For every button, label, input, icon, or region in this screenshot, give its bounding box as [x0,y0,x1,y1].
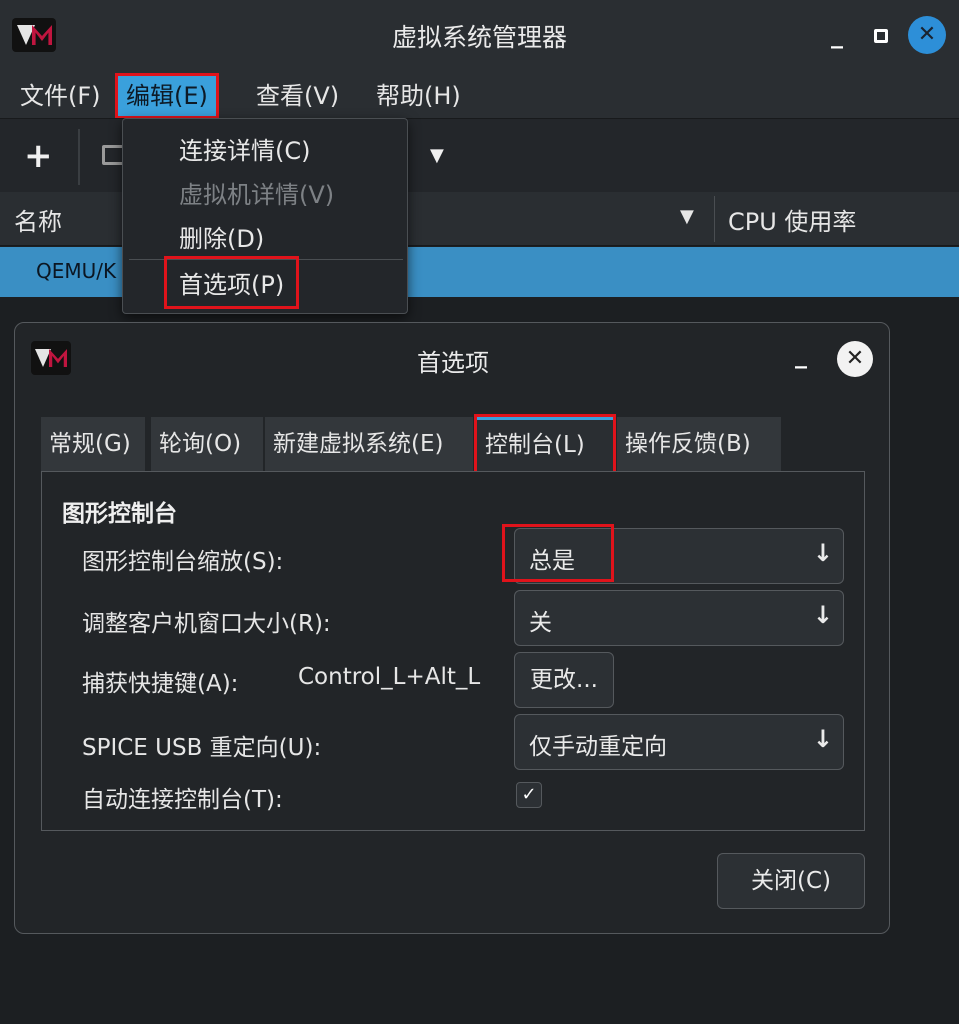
tab-new-vm[interactable]: 新建虚拟系统(E) [265,417,473,471]
column-divider [714,196,715,242]
connection-name: QEMU/K [36,259,117,283]
tab-general[interactable]: 常规(G) [41,417,145,471]
scaling-label: 图形控制台缩放(S): [82,549,284,575]
column-name[interactable]: 名称 [14,202,62,237]
console-settings-panel: 图形控制台 图形控制台缩放(S): 总是 ↓ 调整客户机窗口大小(R): 关 ↓… [41,471,865,831]
minimize-button[interactable]: _ [818,16,856,54]
arrow-down-icon: ↓ [812,725,833,753]
menu-view[interactable]: 查看(V) [248,76,347,116]
menu-item-delete[interactable]: 删除(D) [179,219,264,254]
new-vm-button[interactable]: + [24,139,53,173]
sort-dropdown-icon[interactable]: ▼ [680,206,694,227]
menu-item-vm-details: 虚拟机详情(V) [179,181,335,209]
scaling-highlight [502,524,614,582]
tab-polling[interactable]: 轮询(O) [151,417,263,471]
toolbar-dropdown-button[interactable]: ▼ [430,145,444,166]
menu-help[interactable]: 帮助(H) [368,76,469,116]
tab-feedback[interactable]: 操作反馈(B) [617,417,781,471]
column-cpu-usage[interactable]: CPU 使用率 [728,202,856,237]
maximize-icon [874,29,888,43]
maximize-button[interactable] [862,16,900,54]
toolbar-separator [78,129,80,185]
spice-usb-select[interactable]: 仅手动重定向 ↓ [514,714,844,770]
window-title: 虚拟系统管理器 [391,23,567,52]
menu-file[interactable]: 文件(F) [12,76,109,116]
edit-menu-dropdown: 连接详情(C) 虚拟机详情(V) 删除(D) 首选项(P) [122,118,408,314]
preferences-dialog: 首选项 _ ✕ 常规(G) 轮询(O) 新建虚拟系统(E) 控制台(L) 操作反… [14,322,890,934]
spice-usb-label: SPICE USB 重定向(U): [82,735,322,761]
title-bar: 虚拟系统管理器 _ ✕ [0,0,959,70]
menu-bar: 文件(F) 编辑(E) 查看(V) 帮助(H) [0,70,959,119]
autoconnect-label: 自动连接控制台(T): [82,787,283,813]
autoconnect-checkbox[interactable]: ✓ [516,782,542,808]
dialog-close-button[interactable]: ✕ [837,341,873,377]
dialog-minimize-button[interactable]: _ [795,341,807,369]
arrow-down-icon: ↓ [812,539,833,567]
grab-keys-label: 捕获快捷键(A): [82,671,239,697]
window-close-button[interactable]: ✕ [908,16,946,54]
resize-value: 关 [529,610,552,636]
resize-select[interactable]: 关 ↓ [514,590,844,646]
section-title: 图形控制台 [62,501,177,527]
spice-usb-value: 仅手动重定向 [529,734,667,760]
close-dialog-button[interactable]: 关闭(C) [717,853,865,909]
dialog-title: 首选项 [417,349,489,377]
tab-console[interactable]: 控制台(L) [474,414,616,474]
change-shortcut-button[interactable]: 更改... [514,652,614,708]
menu-item-connection-details[interactable]: 连接详情(C) [179,131,310,166]
arrow-down-icon: ↓ [812,601,833,629]
menu-edit[interactable]: 编辑(E) [115,73,219,119]
menu-item-preferences[interactable]: 首选项(P) [163,256,300,309]
resize-label: 调整客户机窗口大小(R): [82,611,331,637]
grab-keys-value: Control_L+Alt_L [298,664,481,690]
